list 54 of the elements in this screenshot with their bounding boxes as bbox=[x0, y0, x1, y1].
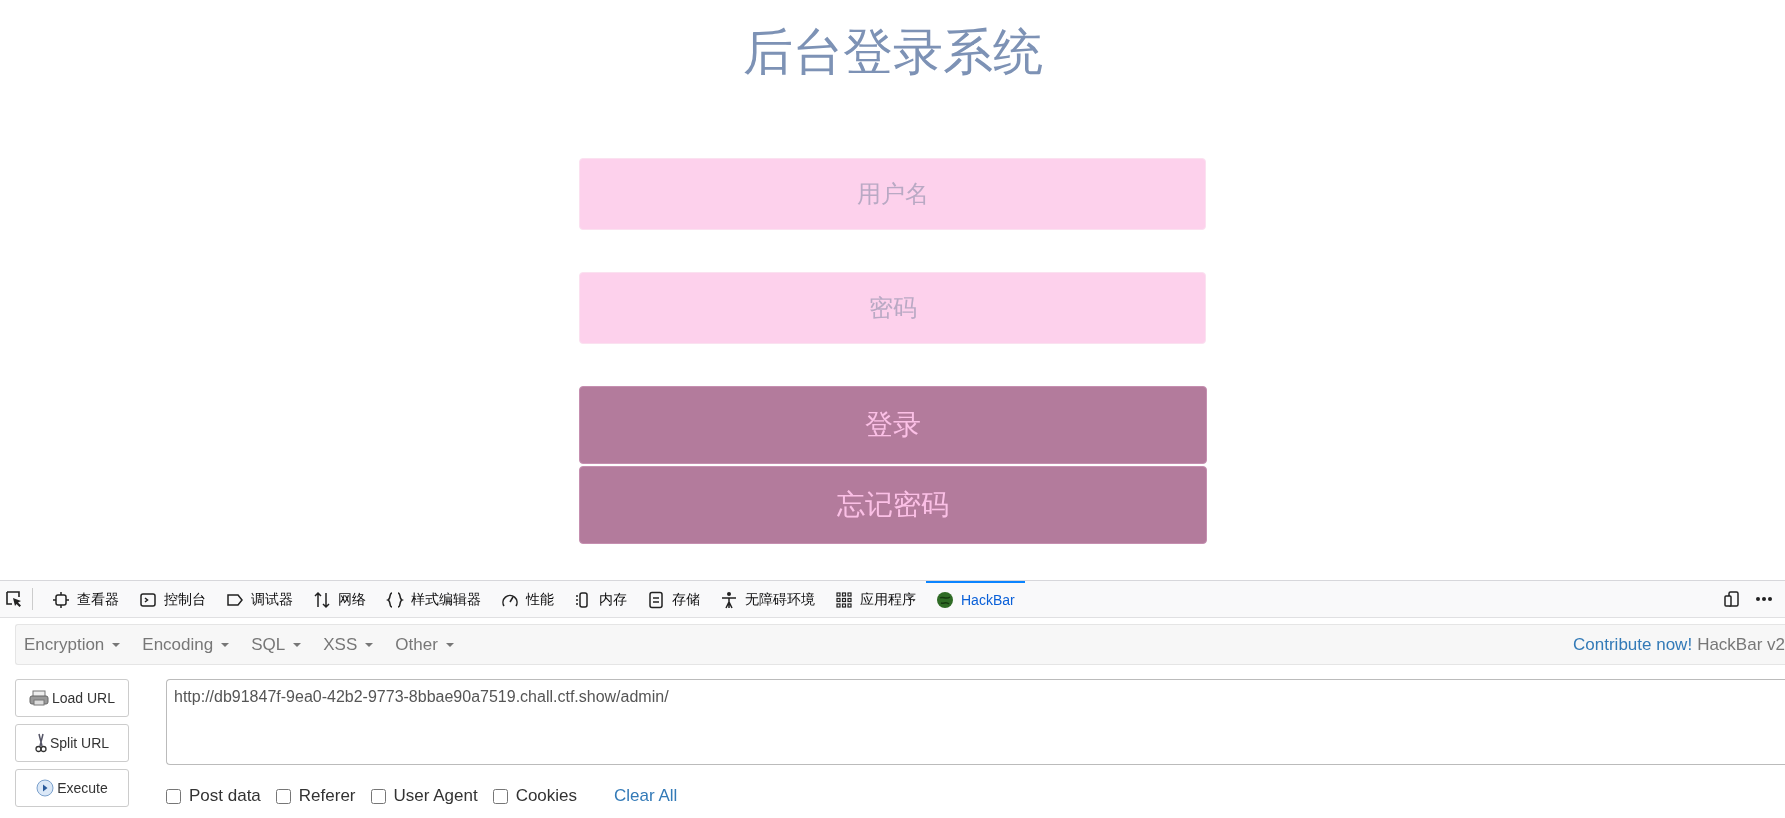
checkbox-label: Referer bbox=[298, 786, 356, 806]
checkbox[interactable] bbox=[370, 788, 386, 804]
devtools-tab[interactable]: 网络 bbox=[303, 581, 376, 617]
printer-icon bbox=[28, 690, 49, 706]
document-icon bbox=[647, 591, 665, 609]
devtools-tab[interactable]: HackBar bbox=[926, 581, 1025, 617]
page-title: 后台登录系统 bbox=[742, 23, 1043, 82]
globe-icon bbox=[936, 591, 954, 609]
arrows-icon bbox=[313, 591, 331, 609]
contribute-link[interactable]: Contribute now! bbox=[1573, 634, 1693, 654]
caret-icon bbox=[364, 641, 375, 648]
checkbox-label: Cookies bbox=[515, 786, 578, 806]
grid-icon bbox=[835, 591, 853, 609]
devtools-tab[interactable]: 性能 bbox=[491, 581, 564, 617]
dropdown-menu[interactable]: SQL bbox=[243, 634, 316, 655]
devtools-tab[interactable]: 存储 bbox=[637, 581, 710, 617]
frame-icon bbox=[52, 591, 70, 609]
dropdown-menu[interactable]: Encryption bbox=[16, 634, 135, 655]
dropdown-menu[interactable]: Other bbox=[387, 634, 468, 655]
devtools-tab[interactable]: 应用程序 bbox=[825, 581, 926, 617]
login-field[interactable]: 用户名 bbox=[579, 158, 1206, 230]
tag-icon bbox=[226, 591, 244, 609]
responsive-mode-icon[interactable] bbox=[1723, 590, 1741, 608]
clear-all-link[interactable]: Clear All bbox=[614, 786, 678, 806]
action-button[interactable]: Split URL bbox=[15, 724, 129, 762]
person-icon bbox=[720, 591, 738, 609]
devtools-tab[interactable]: 样式编辑器 bbox=[376, 581, 491, 617]
version-label: HackBar v2 bbox=[1697, 634, 1785, 654]
dropdown-menu[interactable]: XSS bbox=[315, 634, 388, 655]
scissors-icon bbox=[34, 733, 47, 753]
devtools-tab[interactable]: 内存 bbox=[564, 581, 637, 617]
checkbox[interactable] bbox=[166, 788, 181, 804]
caret-icon bbox=[220, 641, 231, 648]
devtools-tab[interactable]: 控制台 bbox=[129, 581, 216, 617]
action-button[interactable]: Load URL bbox=[15, 679, 129, 717]
devtools-tab[interactable]: 无障碍环境 bbox=[710, 581, 825, 617]
caret-icon bbox=[444, 641, 455, 648]
url-field[interactable]: http://db91847f-9ea0-42b2-9773-8bbae90a7519.chall.ctf.show/admin/ bbox=[166, 679, 1785, 765]
checkbox-label: User Agent bbox=[393, 786, 478, 806]
braces-icon bbox=[386, 591, 404, 609]
checkbox[interactable] bbox=[275, 788, 291, 804]
login-field[interactable]: 密码 bbox=[579, 272, 1206, 344]
play-icon bbox=[36, 779, 55, 797]
checkbox[interactable] bbox=[492, 788, 508, 804]
checkbox-label: Post data bbox=[189, 786, 261, 806]
caret-icon bbox=[292, 641, 303, 648]
dropdown-menu[interactable]: Encoding bbox=[134, 634, 244, 655]
devtools-tab[interactable]: 调试器 bbox=[216, 581, 303, 617]
element-picker-icon[interactable] bbox=[5, 590, 23, 608]
action-button[interactable]: Execute bbox=[15, 769, 129, 807]
more-options-icon[interactable] bbox=[1755, 596, 1773, 602]
caret-icon bbox=[111, 641, 122, 648]
terminal-icon bbox=[139, 591, 157, 609]
devtools-tab[interactable]: 查看器 bbox=[42, 581, 129, 617]
